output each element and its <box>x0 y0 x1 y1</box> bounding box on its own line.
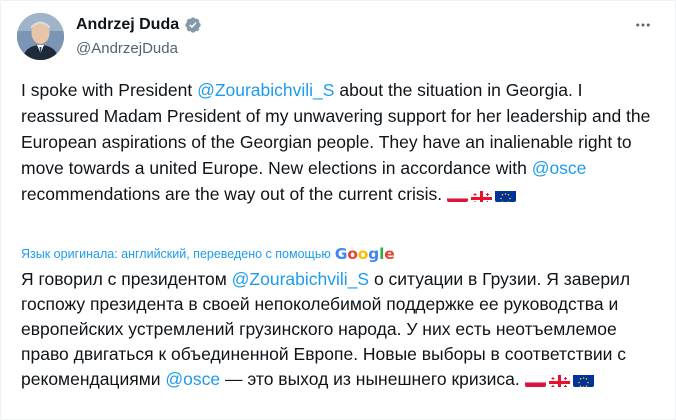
translation-attribution[interactable]: Язык оригинала: английский, переведено с… <box>21 245 395 263</box>
tweet-card[interactable]: Andrzej Duda @AndrzejDuda I spoke with P… <box>0 0 676 420</box>
georgia-flag-icon <box>548 372 570 387</box>
avatar[interactable] <box>17 13 64 60</box>
display-name[interactable]: Andrzej Duda <box>76 16 179 34</box>
author-handle[interactable]: @AndrzejDuda <box>76 40 178 57</box>
avatar-image <box>17 13 64 60</box>
poland-flag-icon <box>524 372 546 387</box>
translated-tweet-text: Я говорил с президентом @Zourabichvili_S… <box>21 267 661 392</box>
mention-link[interactable]: @Zourabichvili_S <box>232 269 369 289</box>
mention-link[interactable]: @osce <box>165 369 220 389</box>
mention-link[interactable]: @osce <box>532 158 587 178</box>
georgia-flag-icon <box>471 187 493 202</box>
google-logo: Google <box>334 245 395 263</box>
translated-text-part: Я говорил с президентом <box>21 269 232 289</box>
tweet-text-part: I spoke with President <box>21 80 198 100</box>
eu-flag-icon <box>572 372 594 387</box>
mention-link[interactable]: @Zourabichvili_S <box>197 80 334 100</box>
translation-label: Язык оригинала: английский, переведено с… <box>21 247 331 261</box>
translated-text-part: — это выход из нынешнего кризиса. <box>220 369 525 389</box>
tweet-text: I spoke with President @Zourabichvili_S … <box>21 77 661 207</box>
author-name-row: Andrzej Duda <box>76 16 202 34</box>
tweet-text-part: recommendations are the way out of the c… <box>21 184 448 204</box>
eu-flag-icon <box>495 187 517 202</box>
verified-badge-icon <box>184 16 202 34</box>
more-options-button[interactable] <box>629 11 657 39</box>
poland-flag-icon <box>447 187 469 202</box>
more-options-icon <box>636 23 650 27</box>
